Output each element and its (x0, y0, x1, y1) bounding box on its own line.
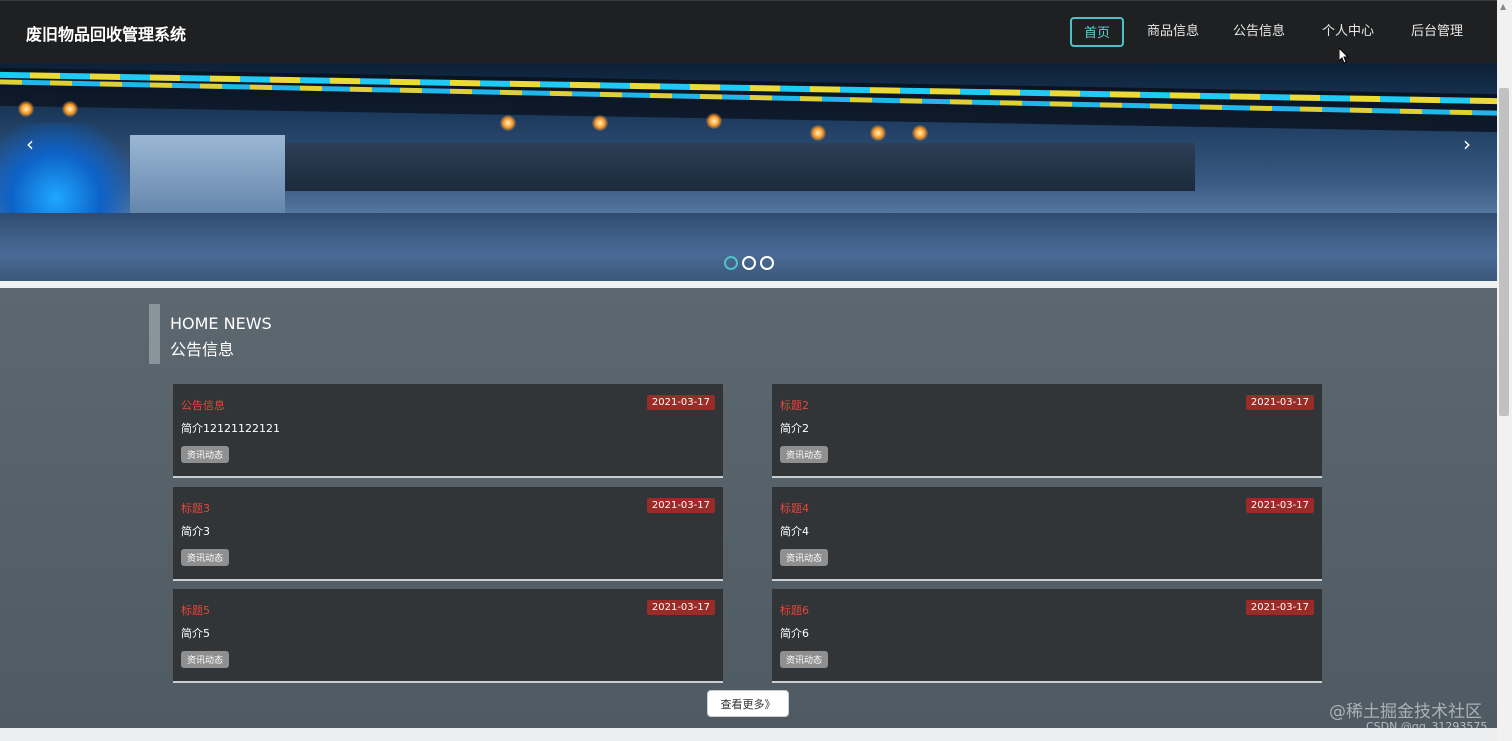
news-title[interactable]: 标题6 (780, 602, 809, 618)
carousel-dot-1[interactable] (724, 256, 738, 270)
news-desc: 简介12121122121 (181, 422, 280, 435)
page-footer-strip (0, 728, 1497, 741)
carousel-dot-3[interactable] (760, 256, 774, 270)
nav-home[interactable]: 首页 (1070, 17, 1124, 47)
news-card[interactable]: 标题6 2021-03-17 简介6 资讯动态 (772, 589, 1322, 683)
news-date-badge: 2021-03-17 (1245, 395, 1314, 410)
carousel-prev-button[interactable]: ‹ (16, 130, 44, 158)
news-title[interactable]: 标题4 (780, 500, 809, 516)
nav-admin[interactable]: 后台管理 (1409, 17, 1465, 47)
news-tag: 资讯动态 (780, 446, 829, 463)
news-date-badge: 2021-03-17 (1245, 600, 1314, 615)
mouse-cursor-icon (1339, 48, 1350, 64)
news-date-badge: 2021-03-17 (646, 600, 715, 615)
scrollbar-thumb[interactable] (1499, 88, 1509, 416)
news-tag: 资讯动态 (780, 549, 829, 566)
news-card[interactable]: 标题4 2021-03-17 简介4 资讯动态 (772, 487, 1322, 581)
news-title[interactable]: 公告信息 (181, 397, 225, 413)
news-card[interactable]: 标题5 2021-03-17 简介5 资讯动态 (173, 589, 723, 683)
news-card[interactable]: 标题3 2021-03-17 简介3 资讯动态 (173, 487, 723, 581)
chevron-right-icon: › (1463, 132, 1471, 156)
news-tag: 资讯动态 (181, 446, 230, 463)
section-title-zh: 公告信息 (170, 340, 235, 359)
news-date-badge: 2021-03-17 (646, 395, 715, 410)
news-date-badge: 2021-03-17 (1245, 498, 1314, 513)
news-tag: 资讯动态 (181, 651, 230, 668)
carousel-dot-2[interactable] (742, 256, 756, 270)
chevron-left-icon: ‹ (26, 132, 34, 156)
news-title[interactable]: 标题2 (780, 397, 809, 413)
news-card[interactable]: 标题2 2021-03-17 简介2 资讯动态 (772, 384, 1322, 478)
news-desc: 简介3 (181, 525, 210, 538)
news-section: HOME NEWS 公告信息 公告信息 2021-03-17 简介1212112… (0, 288, 1497, 728)
news-desc: 简介6 (780, 627, 809, 640)
nav-notices[interactable]: 公告信息 (1231, 17, 1287, 47)
nav-products[interactable]: 商品信息 (1145, 17, 1201, 47)
top-navbar: 废旧物品回收管理系统 首页 商品信息 公告信息 个人中心 后台管理 (0, 0, 1497, 64)
view-more-button[interactable]: 查看更多》 (707, 690, 789, 717)
site-brand[interactable]: 废旧物品回收管理系统 (26, 21, 186, 45)
news-desc: 简介5 (181, 627, 210, 640)
divider (0, 281, 1497, 288)
news-title[interactable]: 标题3 (181, 500, 210, 516)
carousel-next-button[interactable]: › (1453, 130, 1481, 158)
news-title[interactable]: 标题5 (181, 602, 210, 618)
news-tag: 资讯动态 (780, 651, 829, 668)
news-desc: 简介4 (780, 525, 809, 538)
news-card[interactable]: 公告信息 2021-03-17 简介12121122121 资讯动态 (173, 384, 723, 478)
news-tag: 资讯动态 (181, 549, 230, 566)
scroll-up-arrow-icon[interactable]: ▲ (1500, 2, 1506, 11)
banner-carousel[interactable]: ‹ › (0, 63, 1497, 281)
nav-personal-center[interactable]: 个人中心 (1320, 17, 1376, 47)
section-accent-bar (149, 304, 160, 364)
news-date-badge: 2021-03-17 (646, 498, 715, 513)
watermark-juejin: @稀土掘金技术社区 (1329, 702, 1482, 722)
section-title-en: HOME NEWS (170, 314, 272, 333)
news-desc: 简介2 (780, 422, 809, 435)
